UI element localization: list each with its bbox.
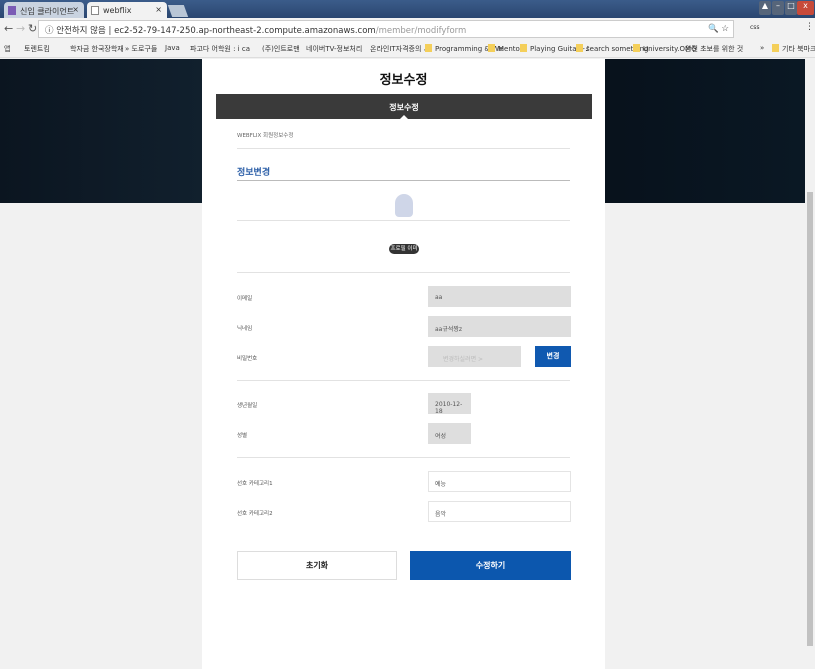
reload-icon[interactable]: ↻	[28, 22, 37, 35]
minimize-button[interactable]: –	[772, 1, 784, 15]
birth-label: 생년월일	[237, 403, 258, 409]
nickname-field: aa규석짱z	[428, 316, 571, 337]
category1-field[interactable]: 예능	[428, 471, 571, 492]
category2-label: 선호 카테고리2	[237, 511, 273, 517]
scrollbar-thumb[interactable]	[807, 192, 813, 646]
reset-button[interactable]: 초기화	[237, 551, 397, 580]
category2-field[interactable]: 음악	[428, 501, 571, 522]
modify-form-container: 정보수정 정보수정 WEBFLIX 회원정보수정 정보변경 프로필 이미지 이메…	[202, 59, 605, 669]
submit-button[interactable]: 수정하기	[410, 551, 571, 580]
tab-webflix[interactable]: webflix ×	[87, 2, 167, 18]
page-title: 정보수정	[379, 73, 428, 88]
zoom-star-icons[interactable]: 🔍 ☆	[708, 24, 729, 34]
change-password-button[interactable]: 변경	[535, 346, 571, 367]
tab-client[interactable]: 신입 클라이언트 프로그×	[4, 2, 84, 27]
more-bookmarks[interactable]: »	[760, 44, 764, 52]
bookmark[interactable]: 학자금 한국장학재	[70, 44, 124, 54]
bookmarks-bar: 앱 토렌트킴 학자금 한국장학재 » 도로구들 Java 파고다 어학원 : i…	[0, 40, 815, 58]
divider	[237, 272, 570, 273]
divider	[237, 180, 570, 181]
gender-field: 여성	[428, 423, 471, 444]
close-tab-icon[interactable]: ×	[72, 5, 79, 14]
back-icon[interactable]: ←	[4, 22, 13, 35]
email-label: 이메일	[237, 296, 253, 302]
tab-bar-modify[interactable]: 정보수정	[216, 94, 592, 119]
divider	[237, 220, 570, 221]
password-field: 변경하실려면 >	[428, 346, 521, 367]
bookmark[interactable]: (주)인트로맨	[262, 44, 300, 54]
bookmark[interactable]: Java	[165, 44, 180, 52]
new-tab-button[interactable]	[167, 5, 189, 17]
gender-label: 성별	[237, 433, 248, 439]
user-icon[interactable]: ▲	[759, 1, 771, 15]
scrollbar[interactable]	[805, 59, 815, 669]
section-title: 정보변경	[237, 168, 271, 178]
category1-label: 선호 카테고리1	[237, 481, 273, 487]
close-window-button[interactable]: x	[797, 1, 814, 15]
maximize-button[interactable]: □	[785, 1, 797, 15]
bookmark[interactable]: 토렌트킴	[24, 44, 50, 54]
profile-avatar	[395, 194, 413, 217]
bookmark[interactable]: 기타 북마크	[772, 44, 815, 54]
close-tab-icon[interactable]: ×	[155, 5, 162, 14]
css-extension[interactable]: css	[750, 24, 760, 31]
window-titlebar: 신입 클라이언트 프로그× webflix× ▲ – □ x	[0, 0, 815, 27]
nickname-label: 닉네임	[237, 326, 253, 332]
page-icon	[91, 6, 99, 15]
bookmark[interactable]: 파고다 어학원 : i ca	[190, 44, 250, 54]
forward-icon[interactable]: →	[16, 22, 25, 35]
breadcrumb: WEBFLIX 회원정보수정	[237, 133, 294, 139]
bookmark[interactable]: 온라인IT자격증의 시	[370, 44, 430, 54]
bookmark[interactable]: Mento.	[488, 44, 522, 53]
bookmark[interactable]: 네이버TV-정보처리	[306, 44, 362, 54]
browser-toolbar: ← → ↻ ⓘ 안전하지 않음 | ec2-52-79-147-250.ap-n…	[0, 18, 815, 40]
bookmark[interactable]: 완전 초보를 위한 것	[685, 44, 743, 54]
birth-field: 2010-12-18	[428, 393, 471, 415]
favicon-icon	[8, 6, 16, 15]
bookmark[interactable]: » 도로구들	[125, 44, 157, 54]
menu-icon[interactable]: ⋮	[805, 22, 814, 32]
divider	[237, 380, 570, 381]
profile-image-button[interactable]: 프로필 이미지	[389, 244, 419, 262]
divider	[237, 148, 570, 149]
address-bar[interactable]: ⓘ 안전하지 않음 | ec2-52-79-147-250.ap-northea…	[38, 20, 734, 38]
password-label: 비밀번호	[237, 356, 258, 362]
bookmark[interactable]: 앱	[4, 44, 10, 54]
divider	[237, 457, 570, 458]
email-field: aa	[428, 286, 571, 307]
